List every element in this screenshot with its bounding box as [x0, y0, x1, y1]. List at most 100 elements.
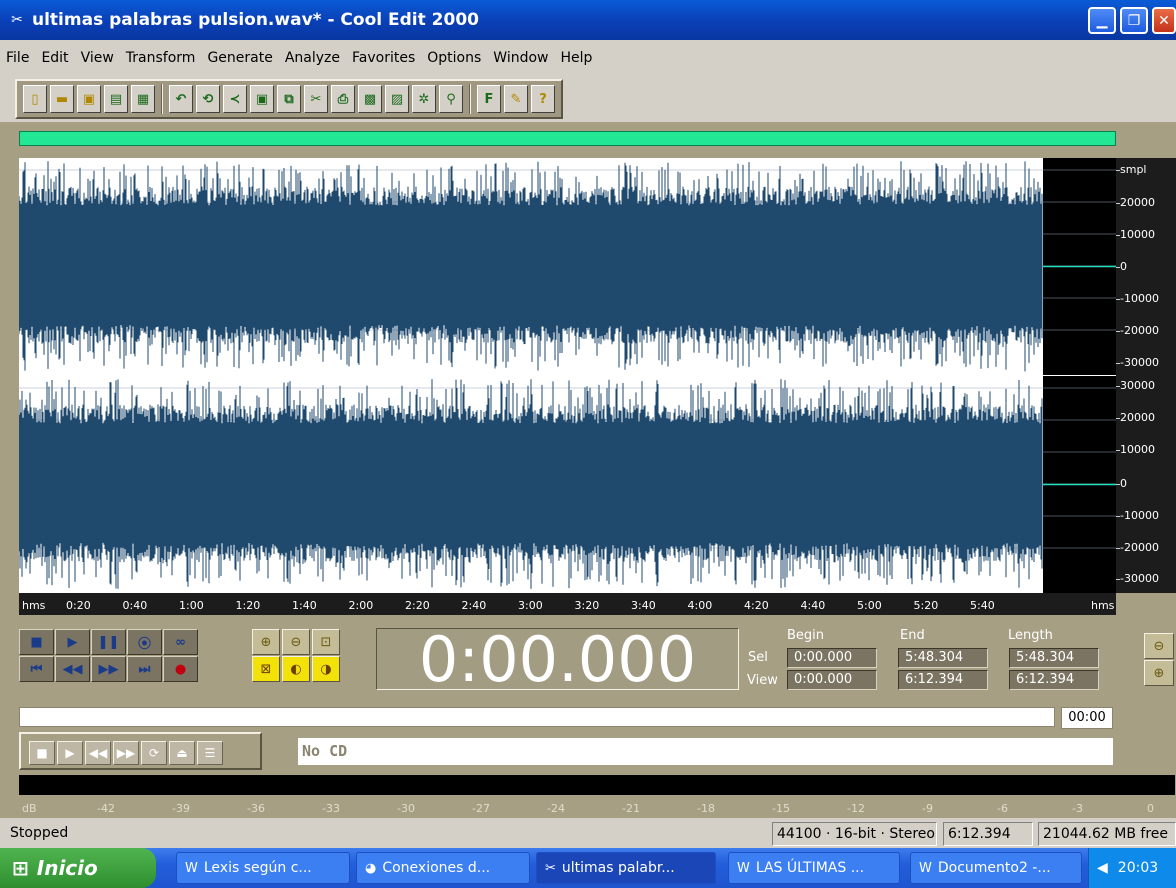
- toolbar-separator: [469, 84, 471, 114]
- paste-button[interactable]: ⎙: [331, 85, 355, 113]
- vertical-zoom-out-button[interactable]: ⊖: [1144, 633, 1174, 659]
- record-button[interactable]: ●: [163, 656, 198, 682]
- menu-analyze[interactable]: Analyze: [279, 50, 346, 66]
- sel-end-field[interactable]: 5:48.304: [898, 648, 988, 668]
- cd-prev-button[interactable]: ◀◀: [85, 741, 111, 765]
- play-button[interactable]: ▶: [55, 629, 90, 655]
- vertical-zoom-in-button[interactable]: ⊕: [1144, 660, 1174, 686]
- zoom-right-button[interactable]: ◑: [312, 656, 340, 682]
- channel-right[interactable]: [19, 376, 1116, 593]
- save-as-button[interactable]: ▤: [104, 85, 128, 113]
- timeline-tick: 2:40: [461, 599, 487, 612]
- copy-button[interactable]: ⧉: [277, 85, 301, 113]
- overview-bar[interactable]: [19, 131, 1116, 146]
- menu-transform[interactable]: Transform: [120, 50, 202, 66]
- zoom-in-vertical-icon: ⊕: [1153, 665, 1165, 681]
- menu-file[interactable]: File: [0, 50, 35, 66]
- f-button[interactable]: F: [477, 85, 501, 113]
- view-begin-field[interactable]: 0:00.000: [787, 670, 877, 690]
- taskbar-item[interactable]: ✂ ultimas palabr...: [536, 852, 716, 884]
- select-button[interactable]: ▣: [250, 85, 274, 113]
- taskbar-item[interactable]: W Documento2 -...: [910, 852, 1082, 884]
- cd-eject-button[interactable]: ⏏: [169, 741, 195, 765]
- zoom-selection-button[interactable]: ⊠: [252, 656, 280, 682]
- effects-button[interactable]: ✲: [412, 85, 436, 113]
- menu-window[interactable]: Window: [487, 50, 554, 66]
- waveform-display[interactable]: [19, 158, 1116, 593]
- zoom-selection-icon: ⊠: [260, 661, 272, 677]
- waveform-left[interactable]: [19, 158, 1116, 375]
- help-button[interactable]: ?: [531, 85, 555, 113]
- taskbar-item[interactable]: W LAS ÚLTIMAS ...: [728, 852, 900, 884]
- undo-button[interactable]: ↶: [169, 85, 193, 113]
- play-to-end-button[interactable]: ⦿: [127, 629, 162, 655]
- save-all-button[interactable]: ▦: [131, 85, 155, 113]
- cd-play-icon: ▶: [65, 746, 75, 760]
- stop-icon: ■: [30, 634, 43, 650]
- zoom-full-button[interactable]: ⊡: [312, 629, 340, 655]
- meter-scale-label: -6: [997, 802, 1008, 815]
- play-icon: ▶: [67, 634, 78, 650]
- stop-button[interactable]: ■: [19, 629, 54, 655]
- trim-icon: ≺: [229, 91, 241, 107]
- meter-scale-label: dB: [22, 802, 37, 815]
- menu-generate[interactable]: Generate: [201, 50, 278, 66]
- open-folder-button[interactable]: ▬: [50, 85, 74, 113]
- paste-new-button[interactable]: ▩: [358, 85, 382, 113]
- new-file-button[interactable]: ▯: [23, 85, 47, 113]
- cd-loop-button[interactable]: ⟳: [141, 741, 167, 765]
- view-label: View: [747, 673, 778, 688]
- trim-button[interactable]: ≺: [223, 85, 247, 113]
- cd-stop-button[interactable]: ■: [29, 741, 55, 765]
- menu-edit[interactable]: Edit: [35, 50, 74, 66]
- cd-next-button[interactable]: ▶▶: [113, 741, 139, 765]
- menu-help[interactable]: Help: [554, 50, 598, 66]
- menu-favorites[interactable]: Favorites: [346, 50, 421, 66]
- taskbar-item[interactable]: W Lexis según c...: [176, 852, 350, 884]
- favorites-button[interactable]: ⚲: [439, 85, 463, 113]
- menu-view[interactable]: View: [75, 50, 120, 66]
- zoom-left-button[interactable]: ◐: [282, 656, 310, 682]
- minimize-icon: ▁: [1096, 12, 1108, 29]
- taskbar-item-label: Lexis según c...: [203, 860, 312, 876]
- script-button[interactable]: ✎: [504, 85, 528, 113]
- status-free-space: 21044.62 MB free: [1038, 822, 1176, 846]
- loop-play-button[interactable]: ∞: [163, 629, 198, 655]
- loop-button[interactable]: ⟲: [196, 85, 220, 113]
- cd-prev-icon: ◀◀: [88, 746, 108, 760]
- go-to-end-button[interactable]: ⏭: [127, 656, 162, 682]
- restore-button[interactable]: ❐: [1120, 7, 1148, 34]
- timeline-tick: 4:20: [744, 599, 769, 612]
- channel-left[interactable]: [19, 158, 1116, 375]
- close-button[interactable]: ✕: [1152, 7, 1176, 34]
- timeline-tick: 0:20: [66, 599, 91, 612]
- pause-button[interactable]: ❚❚: [91, 629, 126, 655]
- menu-options[interactable]: Options: [421, 50, 487, 66]
- zoom-out-button[interactable]: ⊖: [282, 629, 310, 655]
- cd-controls: ■ ▶ ◀◀ ▶▶ ⟳ ⏏ ☰: [19, 732, 262, 770]
- zoom-in-button[interactable]: ⊕: [252, 629, 280, 655]
- taskbar-item[interactable]: ◕ Conexiones d...: [356, 852, 530, 884]
- window-title: ultimas palabras pulsion.wav* - Cool Edi…: [32, 10, 479, 30]
- sel-begin-field[interactable]: 0:00.000: [787, 648, 877, 668]
- cd-play-button[interactable]: ▶: [57, 741, 83, 765]
- save-button[interactable]: ▣: [77, 85, 101, 113]
- time-ruler[interactable]: hms 0:20 0:40 1:00 1:20 1:40 2:00 2:20 2:40 3:00 3…: [19, 593, 1116, 615]
- waveform-right[interactable]: [19, 376, 1116, 593]
- view-end-field[interactable]: 6:12.394: [898, 670, 988, 690]
- mix-paste-button[interactable]: ▨: [385, 85, 409, 113]
- rewind-button[interactable]: ◀◀: [55, 656, 90, 682]
- cd-tracks-button[interactable]: ☰: [197, 741, 223, 765]
- mix-paste-icon: ▨: [390, 91, 404, 107]
- fast-forward-button[interactable]: ▶▶: [91, 656, 126, 682]
- minimize-button[interactable]: ▁: [1088, 7, 1116, 34]
- sel-length-field[interactable]: 5:48.304: [1009, 648, 1099, 668]
- go-to-start-button[interactable]: ⏮: [19, 656, 54, 682]
- loop-icon: ∞: [175, 634, 186, 650]
- cut-button[interactable]: ✂: [304, 85, 328, 113]
- view-length-field[interactable]: 6:12.394: [1009, 670, 1099, 690]
- tray-expand-icon[interactable]: ◀: [1097, 860, 1108, 876]
- meter-scale-label: -21: [622, 802, 640, 815]
- scale-label: 10000: [1120, 228, 1155, 241]
- start-button[interactable]: ⊞ Inicio: [0, 848, 156, 888]
